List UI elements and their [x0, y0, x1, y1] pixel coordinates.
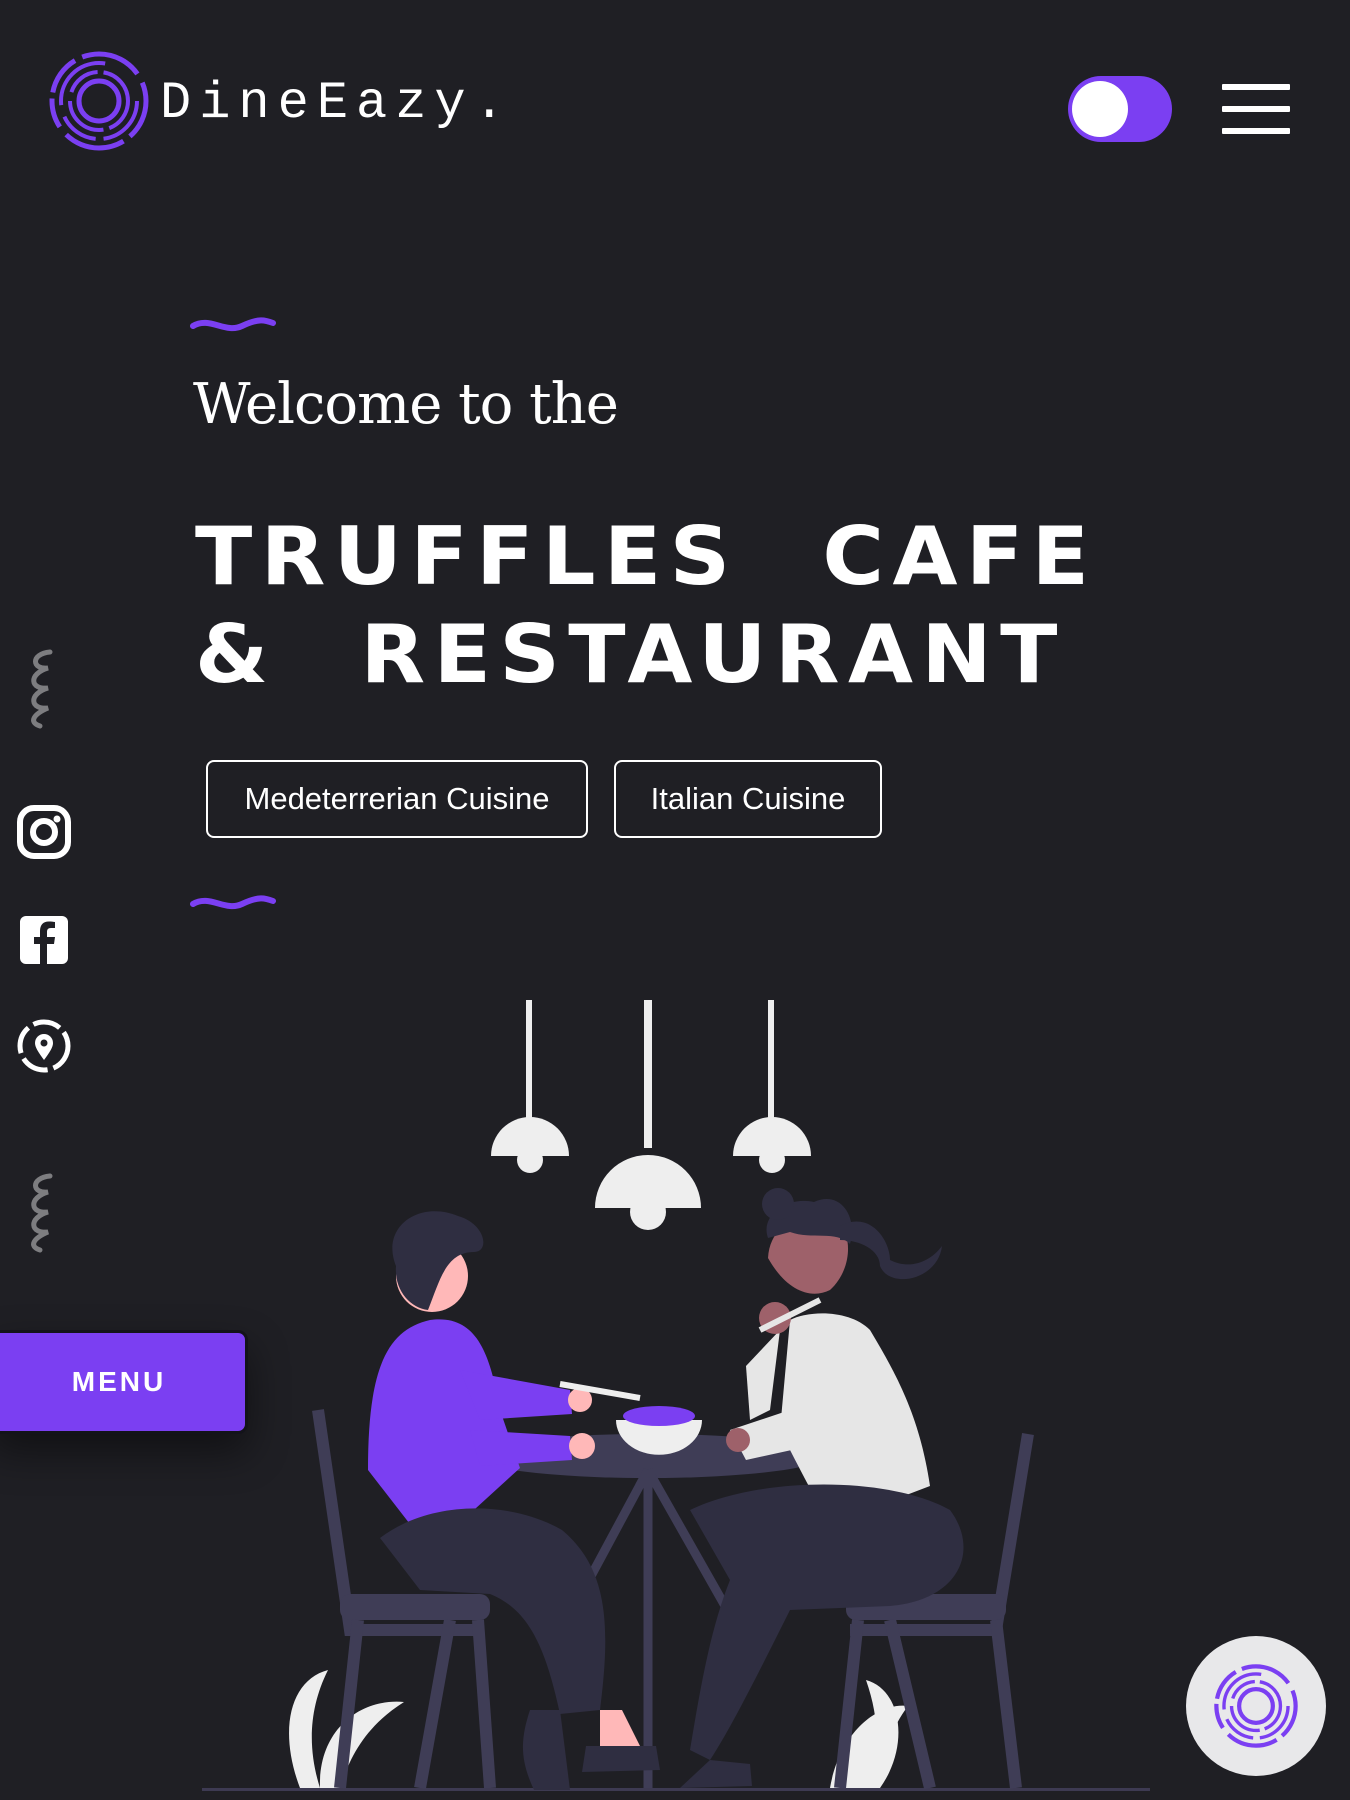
squiggle-decoration-icon [190, 317, 276, 331]
instagram-icon[interactable] [16, 804, 72, 860]
facebook-icon[interactable] [16, 912, 72, 968]
dining-couple-illustration [202, 1000, 1150, 1791]
tag-italian-cuisine[interactable]: Italian Cuisine [614, 760, 882, 838]
logo-icon[interactable] [48, 50, 150, 152]
brand-name[interactable]: DineEazy. [160, 78, 513, 130]
page-title: TRUFFLES CAFE & RESTAURANT [195, 510, 1098, 701]
logo-icon [1214, 1664, 1298, 1748]
toggle-switch-icon [1072, 81, 1128, 137]
tag-mediterranean-cuisine[interactable]: Medeterrerian Cuisine [206, 760, 588, 838]
theme-toggle[interactable] [1068, 76, 1172, 142]
squiggle-decoration-icon [190, 895, 276, 909]
hamburger-menu-icon[interactable] [1222, 84, 1290, 134]
welcome-text: Welcome to the [193, 372, 619, 437]
curl-decoration-icon [31, 649, 53, 729]
location-icon[interactable] [16, 1018, 72, 1074]
chat-fab-button[interactable] [1186, 1636, 1326, 1776]
header: DineEazy. [0, 0, 1350, 220]
curl-decoration-icon [31, 1173, 53, 1253]
